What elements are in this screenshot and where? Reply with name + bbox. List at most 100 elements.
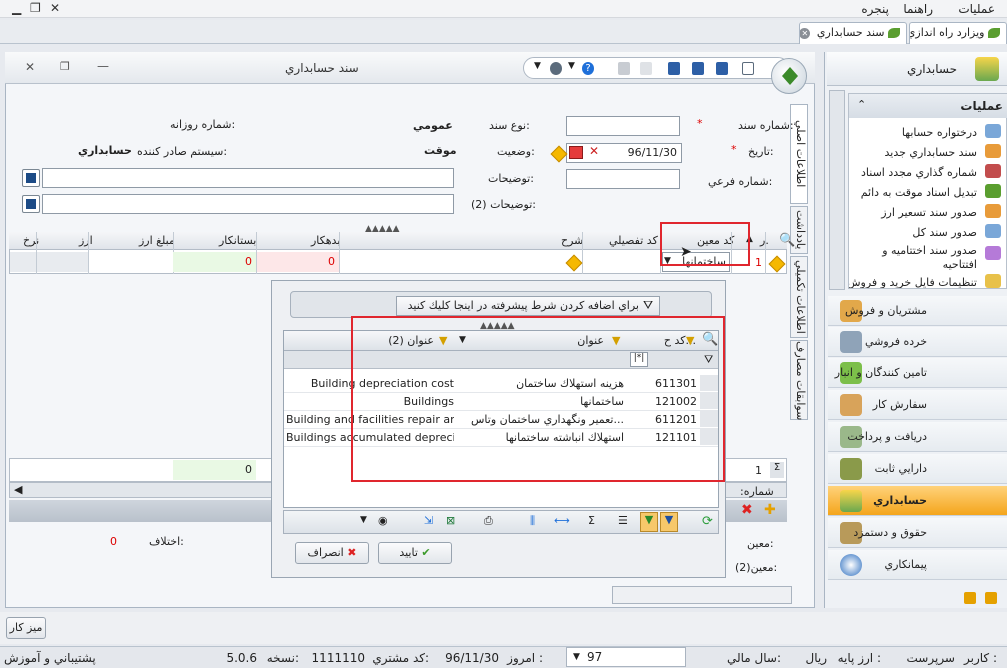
date-required-mark: * <box>731 143 737 156</box>
grid-cell-credit[interactable]: 0 <box>173 252 256 272</box>
module-sales[interactable]: مشتريان و فروش <box>828 296 1007 326</box>
toolbar-dropdown-icon[interactable]: ▼ <box>534 61 541 71</box>
save-close-icon[interactable] <box>716 62 728 75</box>
list-icon[interactable]: ☰ <box>618 514 628 527</box>
copy-icon[interactable] <box>640 62 652 75</box>
date-label: تاريخ: <box>748 145 774 158</box>
fiscal-year-select[interactable]: ▼ 97 <box>566 647 686 667</box>
doc-number-input[interactable] <box>566 116 680 136</box>
col-description[interactable]: شرح <box>561 234 583 247</box>
settings-icon[interactable] <box>550 62 562 75</box>
resize-columns-icon[interactable]: ⟷ <box>554 514 570 527</box>
collapse-icon[interactable]: ⌃ <box>857 98 866 111</box>
task-item[interactable]: سند حسابداري جديد <box>885 146 978 159</box>
navigation-panel-title: حسابداري <box>827 52 1007 86</box>
delete-row-icon[interactable]: ✖ <box>741 502 753 518</box>
sum-icon[interactable]: Σ <box>588 514 595 527</box>
help-dropdown-icon[interactable]: ▼ <box>568 61 575 71</box>
task-item[interactable]: تنظيمات فايل خريد و فروش <box>849 276 977 288</box>
module-payroll[interactable]: حقوق و دستمزد <box>828 518 1007 548</box>
print-icon[interactable] <box>618 62 630 75</box>
notes-input[interactable] <box>42 168 454 188</box>
desk-button[interactable]: ميز كار <box>6 617 46 639</box>
highlight-lookup-grid <box>351 316 725 482</box>
scroll-left-icon[interactable]: ◀ <box>14 483 22 496</box>
module-fixed-assets[interactable]: دارايي ثابت <box>828 454 1007 484</box>
print-icon[interactable]: ⎙ <box>484 514 493 528</box>
panel-config-icon[interactable] <box>985 592 997 604</box>
sum-icon[interactable]: Σ <box>770 462 784 478</box>
task-item[interactable]: تبديل اسناد موقت به دائم <box>861 186 977 199</box>
new-document-icon[interactable] <box>742 62 754 75</box>
notes2-save-icon[interactable] <box>22 195 40 213</box>
grid-cell-debit[interactable]: 0 <box>257 252 339 272</box>
confirm-button[interactable]: ✔ تاييد <box>378 542 452 564</box>
sub-number-input[interactable] <box>566 169 680 189</box>
restore-icon[interactable]: ❐ <box>30 1 41 15</box>
contracting-icon <box>840 554 862 576</box>
module-accounting[interactable]: حسابداري <box>828 486 1007 516</box>
col-currency-amount[interactable]: مبلغ ارز <box>139 234 175 247</box>
version-value: 5.0.6 <box>226 651 257 665</box>
fiscal-year-label: سال مالي: <box>726 651 781 665</box>
tab-close-icon[interactable]: ✕ <box>800 27 811 39</box>
grid-search-icon[interactable]: 🔍 <box>779 233 795 248</box>
retail-icon <box>840 331 862 353</box>
calendar-icon[interactable] <box>569 146 583 159</box>
window-minimize-icon[interactable]: — <box>97 59 109 73</box>
tab-accounting-document[interactable]: سند حسابداري ✕ <box>799 22 907 44</box>
filter-blue-icon[interactable]: ▼ <box>660 512 678 532</box>
col-credit[interactable]: بستانكار <box>219 234 256 247</box>
moein2-label: معين(2): <box>735 561 778 574</box>
refresh-icon[interactable]: ⟳ <box>702 514 713 529</box>
menu-operations[interactable]: عمليات <box>958 2 995 16</box>
module-retail[interactable]: خرده فروشي <box>828 327 1007 357</box>
new-document-icon <box>985 144 1001 158</box>
save-icon[interactable] <box>668 62 680 75</box>
menu-window[interactable]: پنجره <box>861 2 889 16</box>
help-icon[interactable]: ? <box>582 62 594 75</box>
col-currency[interactable]: ارز <box>79 234 93 247</box>
advanced-filter-button[interactable]: براي اضافه كردن شرط پيشرفته در اينجا كلي… <box>396 296 660 316</box>
col-detail-code[interactable]: كد تفصيلي <box>609 234 658 247</box>
clear-date-icon[interactable]: ✕ <box>589 144 599 158</box>
module-contracting[interactable]: پيمانكاري <box>828 550 1007 580</box>
module-suppliers[interactable]: تامين كنندگان و انبار <box>828 358 1007 388</box>
cancel-button[interactable]: ✖ انصراف <box>295 542 369 564</box>
tab-setup-wizard[interactable]: ويزارد راه اندازي ✕ <box>909 22 1007 44</box>
vtab-extra-info[interactable]: اطلاعات تكميلي <box>790 256 808 338</box>
tasks-scrollbar[interactable] <box>829 90 845 290</box>
task-item[interactable]: صدور سند اختتاميه و افتتاحيه <box>851 244 977 272</box>
notes-save-icon[interactable] <box>22 169 40 187</box>
module-payments[interactable]: دريافت و پرداخت <box>828 422 1007 452</box>
task-item[interactable]: درختواره حسابها <box>902 126 977 139</box>
task-item[interactable]: صدور سند كل <box>912 226 977 239</box>
menu-help[interactable]: راهنما <box>903 2 933 16</box>
task-item[interactable]: شماره گذاري مجدد اسناد <box>861 166 977 179</box>
close-icon[interactable]: ✕ <box>50 1 60 15</box>
cancel-icon: ✖ <box>347 546 357 559</box>
tree-icon <box>985 124 1001 138</box>
notes-label: توضيحات: <box>488 172 534 185</box>
circle-icon[interactable]: ◉ <box>378 514 388 527</box>
module-work-orders[interactable]: سفارش كار <box>828 390 1007 420</box>
vtab-history[interactable]: سوابقات مصارف <box>790 340 808 420</box>
support-label[interactable]: پشتيباني و آموزش <box>4 651 96 665</box>
grid-cell-currency[interactable] <box>37 252 88 272</box>
add-row-icon[interactable]: ✚ <box>764 502 776 518</box>
col-debit[interactable]: بدهكار <box>311 234 340 247</box>
date-input[interactable]: 96/11/30 <box>566 143 682 163</box>
toolbar-dropdown-icon[interactable]: ▼ <box>360 515 367 525</box>
window-restore-icon[interactable]: ❐ <box>60 60 70 73</box>
save-as-icon[interactable] <box>692 62 704 75</box>
minimize-icon[interactable]: ▁ <box>12 1 21 15</box>
task-item[interactable]: صدور سند تسعير ارز <box>881 206 977 219</box>
window-close-icon[interactable]: ✕ <box>25 60 35 74</box>
panel-options-icon[interactable] <box>964 592 976 604</box>
columns-icon[interactable]: ⫼ <box>530 514 535 528</box>
notes2-input[interactable] <box>42 194 454 214</box>
filter-green-icon[interactable]: ▼ <box>640 512 658 532</box>
grid-cell-rate[interactable] <box>10 252 36 272</box>
excel-icon[interactable]: ⊠ <box>446 514 455 527</box>
export-icon[interactable]: ⇲ <box>424 514 433 527</box>
